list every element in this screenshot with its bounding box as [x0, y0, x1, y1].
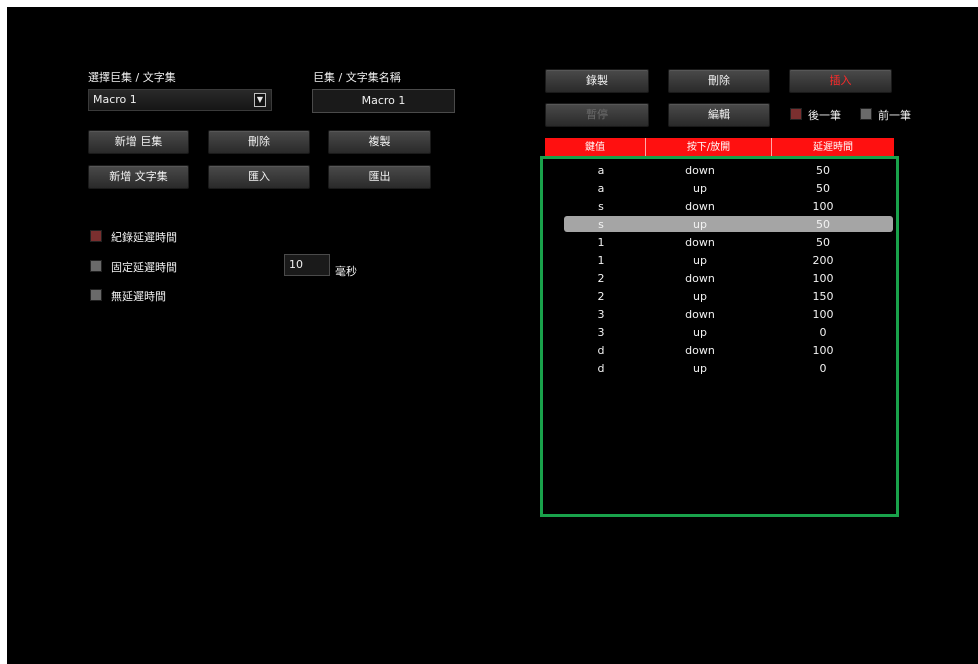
delete-entry-button[interactable]: 刪除 [668, 69, 770, 93]
table-row[interactable]: s up 50 [543, 216, 896, 233]
record-delay-label: 紀錄延遲時間 [111, 231, 177, 244]
cell-action: up [693, 290, 707, 303]
table-row[interactable]: 3 down 100 [543, 306, 896, 323]
cell-key: 1 [597, 254, 605, 267]
export-button[interactable]: 匯出 [328, 165, 431, 189]
cell-delay: 0 [819, 362, 827, 375]
fixed-delay-input[interactable]: 10 [284, 254, 330, 276]
macro-select-value: Macro 1 [93, 93, 137, 106]
cell-delay: 200 [812, 254, 834, 267]
record-button[interactable]: 錄製 [545, 69, 649, 93]
cell-delay: 50 [816, 236, 830, 249]
pause-button[interactable]: 暫停 [545, 103, 649, 127]
cell-delay: 50 [816, 164, 830, 177]
cell-delay: 0 [819, 326, 827, 339]
cell-key: 3 [597, 326, 605, 339]
cell-action: up [693, 362, 707, 375]
cell-action: down [685, 308, 715, 321]
cell-delay: 100 [812, 272, 834, 285]
import-button[interactable]: 匯入 [208, 165, 310, 189]
cell-delay: 50 [816, 182, 830, 195]
cell-key: d [597, 344, 605, 357]
record-delay-checkbox[interactable] [90, 230, 102, 242]
cell-action: down [685, 272, 715, 285]
no-delay-checkbox[interactable] [90, 289, 102, 301]
table-row[interactable]: 2 down 100 [543, 270, 896, 287]
insert-button[interactable]: 插入 [789, 69, 892, 93]
new-macro-button[interactable]: 新增 巨集 [88, 130, 189, 154]
macro-select[interactable]: Macro 1 ▼ [88, 89, 272, 111]
after-checkbox[interactable] [790, 108, 802, 120]
after-label: 後一筆 [808, 109, 841, 122]
before-checkbox[interactable] [860, 108, 872, 120]
no-delay-label: 無延遲時間 [111, 290, 166, 303]
column-header-delay[interactable]: 延遲時間 [772, 138, 894, 157]
cell-key: 3 [597, 308, 605, 321]
copy-macro-button[interactable]: 複製 [328, 130, 431, 154]
cell-key: a [597, 182, 605, 195]
delete-macro-button[interactable]: 刪除 [208, 130, 310, 154]
fixed-delay-label: 固定延遲時間 [111, 261, 177, 274]
cell-action: up [693, 326, 707, 339]
cell-key: 1 [597, 236, 605, 249]
table-row[interactable]: 2 up 150 [543, 288, 896, 305]
column-header-action[interactable]: 按下/放開 [646, 138, 772, 157]
cell-action: down [685, 344, 715, 357]
select-macro-label: 選擇巨集 / 文字集 [88, 71, 176, 84]
cell-action: up [693, 254, 707, 267]
table-header: 鍵值 按下/放開 延遲時間 [545, 138, 894, 157]
cell-key: d [597, 362, 605, 375]
cell-action: down [685, 164, 715, 177]
cell-action: down [685, 236, 715, 249]
fixed-delay-checkbox[interactable] [90, 260, 102, 272]
cell-key: 2 [597, 272, 605, 285]
table-row[interactable]: 1 down 50 [543, 234, 896, 251]
cell-action: down [685, 200, 715, 213]
edit-button[interactable]: 編輯 [668, 103, 770, 127]
cell-action: up [693, 218, 707, 231]
table-row[interactable]: s down 100 [543, 198, 896, 215]
table-row[interactable]: a down 50 [543, 162, 896, 179]
cell-delay: 100 [812, 344, 834, 357]
table-row[interactable]: d down 100 [543, 342, 896, 359]
cell-delay: 100 [812, 200, 834, 213]
macro-name-label: 巨集 / 文字集名稱 [313, 71, 401, 84]
macro-event-list[interactable]: a down 50 a up 50 s down 100 s up 50 1 down 50 1 up 200 2 d… [540, 156, 899, 517]
table-row[interactable]: d up 0 [543, 360, 896, 377]
cell-delay: 150 [812, 290, 834, 303]
cell-key: a [597, 164, 605, 177]
cell-delay: 100 [812, 308, 834, 321]
cell-delay: 50 [816, 218, 830, 231]
table-row[interactable]: a up 50 [543, 180, 896, 197]
new-text-set-button[interactable]: 新增 文字集 [88, 165, 189, 189]
chevron-down-icon[interactable]: ▼ [254, 93, 266, 107]
column-header-key[interactable]: 鍵值 [545, 138, 646, 157]
macro-editor-window: 選擇巨集 / 文字集 Macro 1 ▼ 巨集 / 文字集名稱 Macro 1 … [7, 7, 978, 664]
cell-key: s [598, 200, 604, 213]
before-label: 前一筆 [878, 109, 911, 122]
cell-key: s [598, 218, 604, 231]
cell-action: up [693, 182, 707, 195]
cell-key: 2 [597, 290, 605, 303]
fixed-delay-unit: 毫秒 [335, 265, 357, 278]
macro-name-input[interactable]: Macro 1 [312, 89, 455, 113]
table-row[interactable]: 1 up 200 [543, 252, 896, 269]
table-row[interactable]: 3 up 0 [543, 324, 896, 341]
